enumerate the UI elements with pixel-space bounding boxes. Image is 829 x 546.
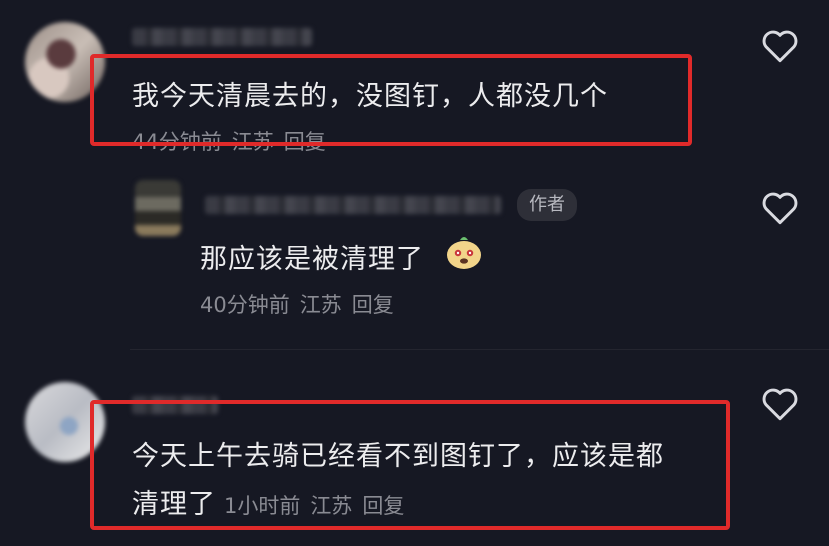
divider [130,349,829,350]
comment-location: 江苏 [299,293,342,317]
heart-outline-icon[interactable] [760,190,800,226]
comment-time: 40分钟前 [200,293,290,317]
reply-button[interactable]: 回复 [352,293,394,317]
avatar[interactable] [135,180,181,236]
highlight-box [90,400,730,530]
comment-text: 那应该是被清理了 [200,244,424,275]
blurred-username[interactable] [132,28,312,46]
heart-outline-icon[interactable] [760,386,800,422]
author-badge: 作者 [517,189,577,221]
smiling-face-emoji [447,237,481,269]
blurred-username[interactable] [205,196,501,214]
heart-outline-icon[interactable] [760,28,800,64]
comment-meta: 40分钟前 江苏 回复 [200,289,404,319]
highlight-box [90,54,692,146]
